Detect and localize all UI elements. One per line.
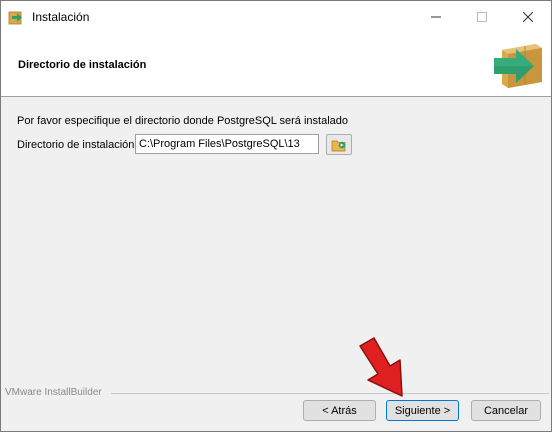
minimize-button[interactable] (413, 1, 459, 32)
installer-window: Instalación Directorio de instalación Po… (0, 0, 552, 432)
maximize-icon (477, 11, 487, 22)
minimize-icon (431, 16, 441, 17)
window-title: Instalación (32, 10, 90, 24)
title-bar: Instalación (1, 1, 551, 32)
folder-browse-icon (331, 140, 346, 151)
installbuilder-brand: VMware InstallBuilder (5, 387, 102, 398)
next-button[interactable]: Siguiente > (386, 400, 459, 421)
back-button[interactable]: < Atrás (303, 400, 376, 421)
page-title: Directorio de instalación (18, 59, 147, 71)
directory-label: Directorio de instalación (17, 139, 135, 151)
close-icon (523, 11, 533, 22)
page-header: Directorio de instalación (1, 32, 551, 97)
close-button[interactable] (505, 1, 551, 32)
instruction-text: Por favor especifique el directorio dond… (17, 115, 349, 127)
directory-input[interactable] (135, 134, 319, 154)
footer-divider (111, 393, 549, 394)
installer-app-icon (8, 11, 22, 25)
install-arrow-box-icon (494, 44, 542, 88)
browse-button[interactable] (326, 134, 352, 155)
cancel-button[interactable]: Cancelar (471, 400, 541, 421)
maximize-button[interactable] (459, 1, 505, 32)
